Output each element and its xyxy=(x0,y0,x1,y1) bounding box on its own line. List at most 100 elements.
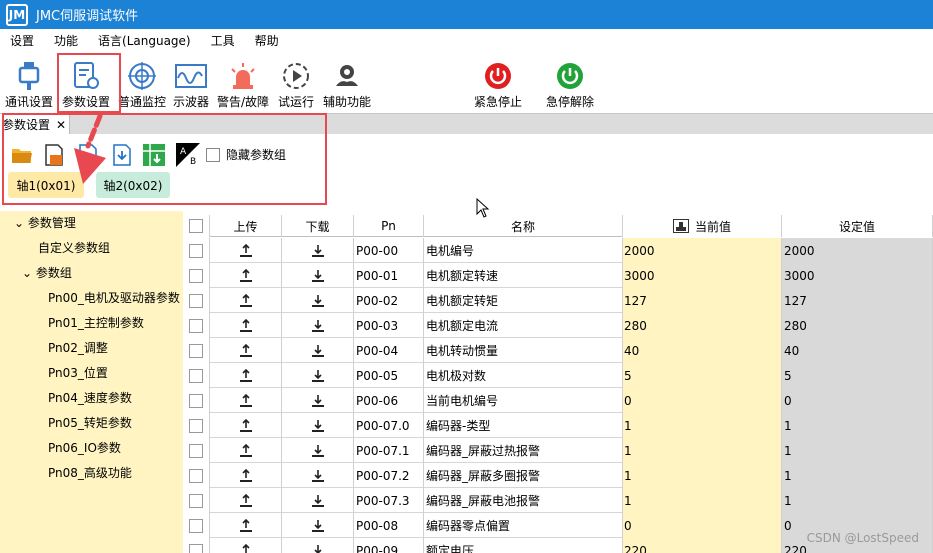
tree-item-pn02[interactable]: Pn02_调整 xyxy=(48,339,108,356)
table-row[interactable]: P00-06 当前电机编号 0 0 xyxy=(183,388,933,413)
menu-tools[interactable]: 工具 xyxy=(201,32,245,49)
row-checkbox[interactable] xyxy=(183,338,210,363)
row-checkbox[interactable] xyxy=(183,363,210,388)
table-row[interactable]: P00-07.1 编码器_屏蔽过热报警 1 1 xyxy=(183,438,933,463)
upload-icon[interactable] xyxy=(210,538,282,553)
download-icon[interactable] xyxy=(282,413,354,438)
tree-item-pn06[interactable]: Pn06_IO参数 xyxy=(48,439,121,456)
alarm-button[interactable]: 警告/故障 xyxy=(214,59,272,111)
aux-function-button[interactable]: 辅助功能 xyxy=(320,59,374,111)
save-file-icon[interactable] xyxy=(42,143,66,167)
upload-icon[interactable] xyxy=(210,388,282,413)
hide-param-group-checkbox[interactable] xyxy=(206,147,220,162)
download-icon[interactable] xyxy=(282,313,354,338)
hide-param-group-toggle[interactable]: 隐藏参数组 xyxy=(206,146,286,163)
download-icon[interactable] xyxy=(282,288,354,313)
row-checkbox[interactable] xyxy=(183,413,210,438)
download-table-icon[interactable] xyxy=(142,143,166,167)
row-checkbox[interactable] xyxy=(183,388,210,413)
tree-node-param-groups[interactable]: ⌄ 参数组 xyxy=(22,264,72,281)
export-file-icon[interactable] xyxy=(76,143,100,167)
download-icon[interactable] xyxy=(282,338,354,363)
download-icon[interactable] xyxy=(282,263,354,288)
row-checkbox[interactable] xyxy=(183,463,210,488)
setting-value-cell[interactable]: 280 xyxy=(782,313,933,338)
download-icon[interactable] xyxy=(282,363,354,388)
tree-item-custom-group[interactable]: 自定义参数组 xyxy=(38,239,110,256)
download-icon[interactable] xyxy=(282,238,354,263)
setting-value-cell[interactable]: 40 xyxy=(782,338,933,363)
upload-icon[interactable] xyxy=(210,488,282,513)
tree-item-pn04[interactable]: Pn04_速度参数 xyxy=(48,389,132,406)
row-checkbox[interactable] xyxy=(183,513,210,538)
download-icon[interactable] xyxy=(282,538,354,553)
upload-icon[interactable] xyxy=(210,463,282,488)
upload-icon[interactable] xyxy=(210,238,282,263)
setting-value-cell[interactable]: 3000 xyxy=(782,263,933,288)
setting-value-cell[interactable]: 127 xyxy=(782,288,933,313)
download-icon[interactable] xyxy=(282,438,354,463)
setting-value-cell[interactable]: 1 xyxy=(782,488,933,513)
row-checkbox[interactable] xyxy=(183,263,210,288)
setting-value-cell[interactable]: 1 xyxy=(782,413,933,438)
table-row[interactable]: P00-04 电机转动惯量 40 40 xyxy=(183,338,933,363)
setting-value-cell[interactable]: 0 xyxy=(782,388,933,413)
table-row[interactable]: P00-03 电机额定电流 280 280 xyxy=(183,313,933,338)
comm-settings-button[interactable]: 通讯设置 xyxy=(4,59,54,111)
open-folder-icon[interactable] xyxy=(10,143,34,167)
row-checkbox[interactable] xyxy=(183,488,210,513)
tree-item-pn08[interactable]: Pn08_高级功能 xyxy=(48,464,132,481)
oscilloscope-button[interactable]: 示波器 xyxy=(170,59,212,111)
estop-release-button[interactable]: 急停解除 xyxy=(542,59,598,111)
upload-icon[interactable] xyxy=(210,438,282,463)
download-icon[interactable] xyxy=(282,388,354,413)
table-row[interactable]: P00-01 电机额定转速 3000 3000 xyxy=(183,263,933,288)
menu-function[interactable]: 功能 xyxy=(44,32,88,49)
param-settings-button[interactable]: 参数设置 xyxy=(60,59,112,111)
row-checkbox[interactable] xyxy=(183,238,210,263)
menu-language[interactable]: 语言(Language) xyxy=(88,32,201,49)
tab-param-settings[interactable]: 参数设置 ✕ xyxy=(0,114,70,135)
tree-item-pn03[interactable]: Pn03_位置 xyxy=(48,364,108,381)
tree-root-param-management[interactable]: ⌄ 参数管理 xyxy=(14,214,76,231)
table-row[interactable]: P00-07.0 编码器-类型 1 1 xyxy=(183,413,933,438)
row-checkbox[interactable] xyxy=(183,313,210,338)
upload-icon[interactable] xyxy=(210,263,282,288)
table-row[interactable]: P00-07.2 编码器_屏蔽多圈报警 1 1 xyxy=(183,463,933,488)
tab-axis-1[interactable]: 轴1(0x01) xyxy=(8,172,84,198)
close-tab-icon[interactable]: ✕ xyxy=(56,118,66,132)
setting-value-cell[interactable]: 1 xyxy=(782,463,933,488)
tree-item-pn05[interactable]: Pn05_转矩参数 xyxy=(48,414,132,431)
table-row[interactable]: P00-07.3 编码器_屏蔽电池报警 1 1 xyxy=(183,488,933,513)
ab-compare-icon[interactable]: AB xyxy=(176,143,200,167)
trial-run-button[interactable]: 试运行 xyxy=(276,59,316,111)
download-icon[interactable] xyxy=(282,513,354,538)
tab-axis-2[interactable]: 轴2(0x02) xyxy=(96,172,170,198)
tree-item-pn00[interactable]: Pn00_电机及驱动器参数 xyxy=(48,289,180,306)
estop-button[interactable]: 紧急停止 xyxy=(470,59,526,111)
select-all-checkbox[interactable] xyxy=(183,215,210,237)
menu-help[interactable]: 帮助 xyxy=(245,32,289,49)
tree-item-pn01[interactable]: Pn01_主控制参数 xyxy=(48,314,144,331)
monitor-button[interactable]: 普通监控 xyxy=(116,59,168,111)
collapse-arrow-icon[interactable]: ⌄ xyxy=(14,216,24,230)
table-row[interactable]: P00-05 电机极对数 5 5 xyxy=(183,363,933,388)
download-icon[interactable] xyxy=(282,463,354,488)
upload-icon[interactable] xyxy=(210,513,282,538)
menu-settings[interactable]: 设置 xyxy=(0,32,44,49)
upload-icon[interactable] xyxy=(210,313,282,338)
row-checkbox[interactable] xyxy=(183,288,210,313)
download-icon[interactable] xyxy=(282,488,354,513)
upload-icon[interactable] xyxy=(210,363,282,388)
collapse-arrow-icon[interactable]: ⌄ xyxy=(22,266,32,280)
setting-value-cell[interactable]: 5 xyxy=(782,363,933,388)
row-checkbox[interactable] xyxy=(183,438,210,463)
row-checkbox[interactable] xyxy=(183,538,210,553)
setting-value-cell[interactable]: 1 xyxy=(782,438,933,463)
upload-icon[interactable] xyxy=(210,413,282,438)
setting-value-cell[interactable]: 2000 xyxy=(782,238,933,263)
import-file-icon[interactable] xyxy=(110,143,134,167)
table-row[interactable]: P00-00 电机编号 2000 2000 xyxy=(183,238,933,263)
upload-icon[interactable] xyxy=(210,338,282,363)
upload-icon[interactable] xyxy=(210,288,282,313)
